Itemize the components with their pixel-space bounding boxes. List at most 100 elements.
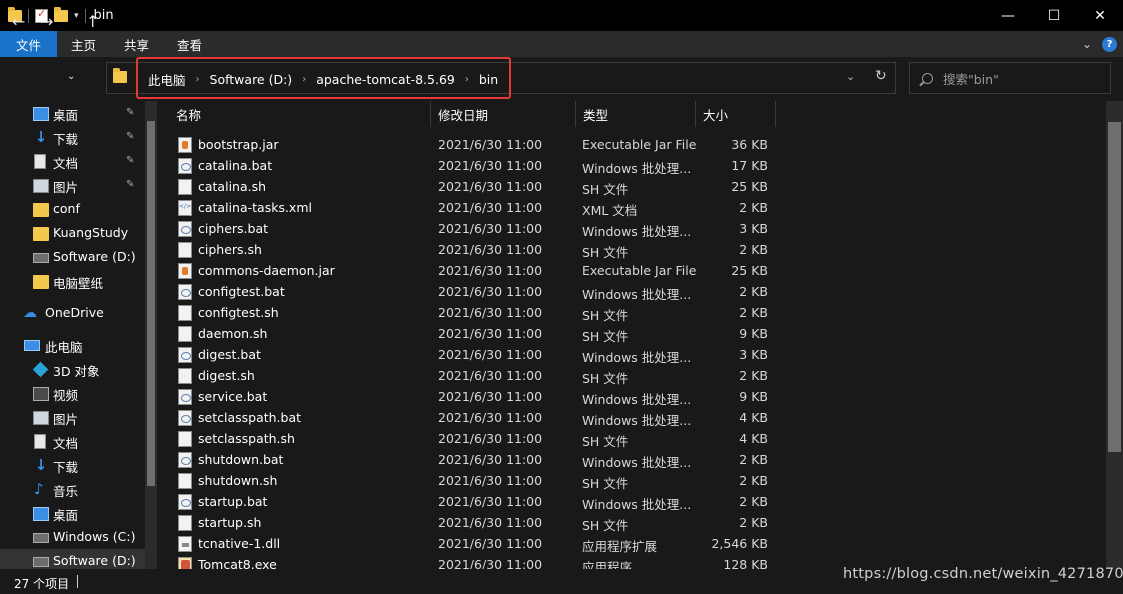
sidebar-item-downloads-pinned[interactable]: ↓ 下载 ✎ bbox=[0, 125, 145, 149]
file-name: startup.sh bbox=[198, 515, 262, 530]
sidebar-item-desktop[interactable]: 桌面 bbox=[0, 501, 145, 525]
column-header-name[interactable]: 名称 bbox=[168, 101, 201, 127]
file-row[interactable]: service.bat 2021/6/30 11:00 Windows 批处理...… bbox=[160, 386, 780, 407]
sidebar-item-label: 文档 bbox=[53, 436, 79, 451]
tab-share[interactable]: 共享 bbox=[110, 31, 163, 57]
file-row[interactable]: tcnative-1.dll 2021/6/30 11:00 应用程序扩展 2,546… bbox=[160, 533, 780, 554]
sidebar-item-kuangstudy[interactable]: KuangStudy bbox=[0, 221, 145, 245]
column-header-type[interactable]: 类型 bbox=[575, 101, 608, 127]
sidebar-item-software-d[interactable]: Software (D:) bbox=[0, 549, 145, 569]
sidebar-item-label: Windows (C:) bbox=[53, 529, 136, 544]
file-size: 3 KB bbox=[739, 221, 768, 236]
column-header-date[interactable]: 修改日期 bbox=[430, 101, 488, 127]
pin-icon[interactable]: ✎ bbox=[126, 179, 134, 190]
file-row[interactable]: setclasspath.bat 2021/6/30 11:00 Windows 批… bbox=[160, 407, 780, 428]
close-button[interactable]: ✕ bbox=[1077, 0, 1123, 31]
desktop-icon bbox=[33, 507, 49, 521]
file-date: 2021/6/30 11:00 bbox=[438, 431, 543, 446]
customize-toolbar-icon[interactable]: ▾ bbox=[74, 11, 79, 21]
refresh-button[interactable]: ↻ bbox=[875, 68, 887, 84]
sidebar-item-3d-objects[interactable]: 3D 对象 bbox=[0, 357, 145, 381]
file-date: 2021/6/30 11:00 bbox=[438, 368, 543, 383]
sidebar-scrollbar-thumb[interactable] bbox=[147, 121, 155, 486]
sidebar-item-label: 桌面 bbox=[53, 508, 79, 523]
search-input[interactable]: 搜索"bin" bbox=[943, 69, 999, 88]
file-row[interactable]: configtest.sh 2021/6/30 11:00 SH 文件 2 KB bbox=[160, 302, 780, 323]
sidebar-item-documents-pinned[interactable]: 文档 ✎ bbox=[0, 149, 145, 173]
sh-file-icon bbox=[178, 305, 192, 321]
jar-file-icon bbox=[178, 137, 192, 153]
pin-icon[interactable]: ✎ bbox=[126, 107, 134, 118]
bat-file-icon bbox=[178, 410, 192, 426]
address-folder-icon bbox=[113, 68, 127, 83]
file-row[interactable]: catalina.sh 2021/6/30 11:00 SH 文件 25 KB bbox=[160, 176, 780, 197]
file-row[interactable]: shutdown.sh 2021/6/30 11:00 SH 文件 2 KB bbox=[160, 470, 780, 491]
file-row[interactable]: setclasspath.sh 2021/6/30 11:00 SH 文件 4 KB bbox=[160, 428, 780, 449]
watermark: https://blog.csdn.net/weixin_42718701 bbox=[843, 566, 1123, 582]
file-name: setclasspath.bat bbox=[198, 410, 302, 425]
file-row[interactable]: catalina-tasks.xml 2021/6/30 11:00 XML 文档 2… bbox=[160, 197, 780, 218]
expand-ribbon-icon[interactable]: ⌄ bbox=[1082, 37, 1092, 51]
help-icon[interactable]: ? bbox=[1102, 36, 1117, 52]
sidebar-item-software-quick[interactable]: Software (D:) bbox=[0, 245, 145, 269]
file-row[interactable]: startup.bat 2021/6/30 11:00 Windows 批处理...… bbox=[160, 491, 780, 512]
back-button[interactable]: ← bbox=[12, 12, 25, 31]
file-row[interactable]: ciphers.sh 2021/6/30 11:00 SH 文件 2 KB bbox=[160, 239, 780, 260]
minimize-button[interactable]: — bbox=[985, 0, 1031, 31]
tab-view[interactable]: 查看 bbox=[163, 31, 216, 57]
sidebar-item-conf[interactable]: conf bbox=[0, 197, 145, 221]
maximize-button[interactable]: ☐ bbox=[1031, 0, 1077, 31]
file-row[interactable]: commons-daemon.jar 2021/6/30 11:00 Executa… bbox=[160, 260, 780, 281]
file-row[interactable]: configtest.bat 2021/6/30 11:00 Windows 批处理… bbox=[160, 281, 780, 302]
file-size: 17 KB bbox=[731, 158, 768, 173]
file-row[interactable]: startup.sh 2021/6/30 11:00 SH 文件 2 KB bbox=[160, 512, 780, 533]
up-button[interactable]: ↑ bbox=[86, 12, 99, 31]
sidebar-item-downloads[interactable]: ↓ 下载 bbox=[0, 453, 145, 477]
file-name: setclasspath.sh bbox=[198, 431, 295, 446]
address-dropdown-icon[interactable]: ⌄ bbox=[846, 70, 855, 83]
file-size: 2 KB bbox=[739, 368, 768, 383]
sidebar-item-wallpapers[interactable]: 电脑壁纸 bbox=[0, 269, 145, 293]
file-date: 2021/6/30 11:00 bbox=[438, 137, 543, 152]
sidebar-item-this-pc[interactable]: 此电脑 bbox=[0, 333, 145, 357]
pin-icon[interactable]: ✎ bbox=[126, 155, 134, 166]
sidebar-item-label: 图片 bbox=[53, 180, 79, 195]
sidebar-item-onedrive[interactable]: ☁ OneDrive bbox=[0, 301, 145, 325]
ribbon-right-controls: ⌄ ? bbox=[1082, 31, 1117, 57]
recent-locations-icon[interactable]: ⌄ bbox=[67, 71, 75, 82]
column-header-size[interactable]: 大小 bbox=[695, 101, 728, 127]
file-row[interactable]: daemon.sh 2021/6/30 11:00 SH 文件 9 KB bbox=[160, 323, 780, 344]
file-row[interactable]: digest.bat 2021/6/30 11:00 Windows 批处理... 3… bbox=[160, 344, 780, 365]
file-row[interactable]: catalina.bat 2021/6/30 11:00 Windows 批处理..… bbox=[160, 155, 780, 176]
desktop-icon bbox=[33, 107, 49, 121]
file-name: catalina.bat bbox=[198, 158, 273, 173]
file-type: Windows 批处理... bbox=[582, 287, 692, 302]
sidebar-item-desktop-pinned[interactable]: 桌面 ✎ bbox=[0, 101, 145, 125]
sidebar-item-pictures[interactable]: 图片 bbox=[0, 405, 145, 429]
tab-home[interactable]: 主页 bbox=[57, 31, 110, 57]
file-name: catalina.sh bbox=[198, 179, 267, 194]
file-row[interactable]: ciphers.bat 2021/6/30 11:00 Windows 批处理...… bbox=[160, 218, 780, 239]
3d-objects-icon bbox=[32, 361, 49, 378]
bat-file-icon bbox=[178, 452, 192, 468]
file-list-scrollbar-thumb[interactable] bbox=[1108, 122, 1121, 452]
file-row[interactable]: digest.sh 2021/6/30 11:00 SH 文件 2 KB bbox=[160, 365, 780, 386]
sidebar-item-label: 此电脑 bbox=[45, 340, 83, 355]
sh-file-icon bbox=[178, 473, 192, 489]
search-box[interactable]: 搜索"bin" bbox=[909, 62, 1111, 94]
sh-file-icon bbox=[178, 242, 192, 258]
file-date: 2021/6/30 11:00 bbox=[438, 263, 543, 278]
sidebar-item-videos[interactable]: 视频 bbox=[0, 381, 145, 405]
file-row[interactable]: bootstrap.jar 2021/6/30 11:00 Executable J… bbox=[160, 134, 780, 155]
sidebar-item-pictures-pinned[interactable]: 图片 ✎ bbox=[0, 173, 145, 197]
file-row[interactable]: shutdown.bat 2021/6/30 11:00 Windows 批处理..… bbox=[160, 449, 780, 470]
file-size: 2 KB bbox=[739, 494, 768, 509]
new-folder-icon[interactable] bbox=[54, 6, 68, 22]
tab-file[interactable]: 文件 bbox=[0, 31, 58, 57]
pin-icon[interactable]: ✎ bbox=[126, 131, 134, 142]
sidebar-item-music[interactable]: ♪ 音乐 bbox=[0, 477, 145, 501]
sidebar-item-documents[interactable]: 文档 bbox=[0, 429, 145, 453]
forward-button[interactable]: → bbox=[40, 12, 53, 31]
sidebar-item-windows-c[interactable]: Windows (C:) bbox=[0, 525, 145, 549]
column-divider[interactable] bbox=[775, 101, 776, 127]
